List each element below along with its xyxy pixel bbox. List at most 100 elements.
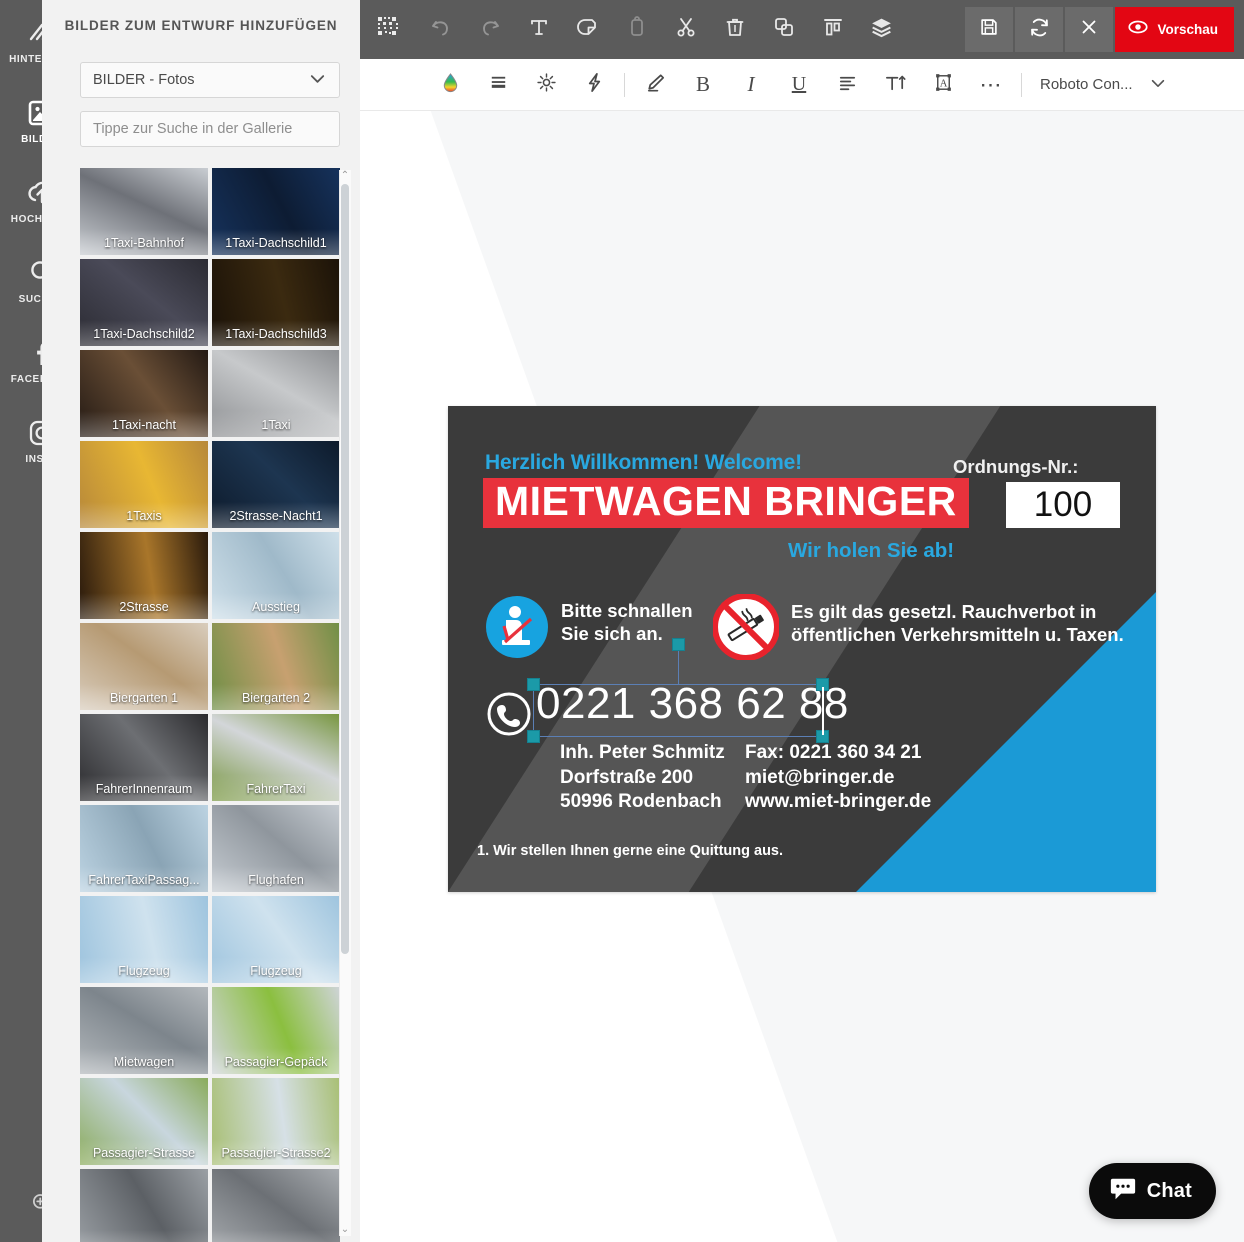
cut-object-button[interactable] — [563, 0, 612, 59]
crop-tag-icon — [576, 15, 600, 44]
thumbnail-caption: Passagier-Strasse2 — [221, 1146, 331, 1160]
brightness-button[interactable] — [522, 59, 570, 111]
chat-button[interactable]: Chat — [1088, 1163, 1216, 1219]
format-toolbar: B I U A ⋯ Roboto Con... — [360, 59, 1244, 111]
canvas-order-label[interactable]: Ordnungs-Nr.: — [953, 456, 1078, 478]
gallery-scrollbar[interactable]: ⌃ ⌄ — [339, 170, 351, 1236]
delete-button[interactable] — [710, 0, 759, 59]
canvas-tagline[interactable]: Wir holen Sie ab! — [788, 539, 954, 563]
gallery-thumbnail[interactable]: Biergarten 2 — [212, 623, 340, 710]
search-input[interactable] — [93, 121, 327, 137]
text-t-icon — [527, 15, 551, 44]
gallery-thumbnail[interactable]: 1Taxi-Dachschild2 — [80, 259, 208, 346]
canvas-note[interactable]: 1. Wir stellen Ihnen gerne eine Quittung… — [477, 843, 783, 859]
layers-button[interactable] — [857, 0, 906, 59]
effects-button[interactable] — [570, 59, 618, 111]
add-text-button[interactable] — [514, 0, 563, 59]
gallery-thumbnail[interactable] — [80, 1169, 208, 1242]
color-picker-button[interactable] — [426, 59, 474, 111]
close-button[interactable] — [1065, 7, 1114, 52]
gallery-thumbnail[interactable]: 1Taxi-Dachschild3 — [212, 259, 340, 346]
canvas-brand-banner[interactable]: MIETWAGEN BRINGER — [483, 478, 969, 528]
reset-button[interactable] — [1015, 7, 1064, 52]
close-x-icon — [1078, 16, 1100, 43]
thumbnail-caption: Mietwagen — [113, 1055, 175, 1069]
gallery-search-field[interactable] — [80, 111, 340, 147]
toolbar-divider-2 — [1021, 72, 1022, 97]
gallery-thumbnail[interactable]: Ausstieg — [212, 532, 340, 619]
thumbnail-caption: 1Taxi-Bahnhof — [104, 236, 184, 250]
gallery-thumbnail[interactable]: 1Taxi — [212, 350, 340, 437]
duplicate-button[interactable] — [759, 0, 808, 59]
text-frame-button[interactable]: A — [919, 59, 967, 111]
gallery-thumbnail[interactable]: Passagier-Strasse — [80, 1078, 208, 1165]
underline-button[interactable]: U — [775, 59, 823, 111]
gallery-thumbnail[interactable]: 2Strasse — [80, 532, 208, 619]
align-left-icon — [836, 71, 859, 99]
undo-button[interactable] — [416, 0, 465, 59]
lines-icon — [487, 71, 510, 99]
gallery-thumbnail[interactable]: Flugzeug — [80, 896, 208, 983]
canvas-order-number[interactable]: 100 — [1006, 482, 1120, 528]
save-button[interactable] — [965, 7, 1014, 52]
text-frame-icon: A — [932, 71, 955, 99]
more-options-button[interactable]: ⋯ — [967, 59, 1015, 111]
canvas-address-block[interactable]: Inh. Peter Schmitz Dorfstraße 200 50996 … — [560, 741, 725, 815]
gallery-thumbnail[interactable]: FahrerTaxi — [212, 714, 340, 801]
thumbnail-caption-veil — [212, 1230, 340, 1242]
category-select-value: BILDER - Fotos — [93, 72, 195, 88]
font-family-select[interactable]: Roboto Con... — [1028, 74, 1167, 96]
highlight-pen-button[interactable] — [631, 59, 679, 111]
smoke-line-1: Es gilt das gesetzl. Rauchverbot in — [791, 601, 1097, 622]
canvas-welcome-text[interactable]: Herzlich Willkommen! Welcome! — [485, 451, 802, 475]
canvas-contact-block[interactable]: Fax: 0221 360 34 21 miet@bringer.de www.… — [745, 741, 931, 815]
gallery-thumbnail[interactable] — [212, 1169, 340, 1242]
gallery-thumbnail[interactable]: Flughafen — [212, 805, 340, 892]
paste-button[interactable] — [612, 0, 661, 59]
redo-button[interactable] — [465, 0, 514, 59]
gallery-thumbnail[interactable]: Flugzeug — [212, 896, 340, 983]
undo-icon — [429, 15, 453, 44]
gallery-thumbnail[interactable]: 2Strasse-Nacht1 — [212, 441, 340, 528]
thumbnail-caption: Biergarten 2 — [241, 691, 311, 705]
align-top-button[interactable] — [808, 0, 857, 59]
ellipsis-icon: ⋯ — [979, 71, 1003, 97]
address-line-3: 50996 Rodenbach — [560, 791, 722, 813]
toolbar-divider — [624, 72, 625, 97]
gallery-thumbnail[interactable]: FahrerTaxiPassag... — [80, 805, 208, 892]
gallery-thumbnail[interactable]: 1Taxi-nacht — [80, 350, 208, 437]
qr-code-button[interactable] — [360, 0, 416, 59]
gallery-thumbnail[interactable]: Passagier-Gepäck — [212, 987, 340, 1074]
design-card[interactable]: Herzlich Willkommen! Welcome! MIETWAGEN … — [448, 406, 1156, 892]
gallery-thumbnail[interactable]: 1Taxi-Bahnhof — [80, 168, 208, 255]
canvas-stage[interactable]: Herzlich Willkommen! Welcome! MIETWAGEN … — [360, 111, 1244, 1242]
line-height-button[interactable] — [474, 59, 522, 111]
gallery-thumbnail[interactable]: Mietwagen — [80, 987, 208, 1074]
seatbelt-line-1: Bitte schnallen — [561, 600, 693, 621]
gallery-thumbnail[interactable]: 1Taxi-Dachschild1 — [212, 168, 340, 255]
scissors-button[interactable] — [661, 0, 710, 59]
category-select[interactable]: BILDER - Fotos — [80, 62, 340, 98]
canvas-nosmoking-text[interactable]: Es gilt das gesetzl. Rauchverbot in öffe… — [791, 600, 1124, 647]
gallery-thumbnail[interactable]: Biergarten 1 — [80, 623, 208, 710]
chevron-up-icon[interactable]: ⌃ — [340, 170, 350, 182]
gallery-thumbnail[interactable]: FahrerInnenraum — [80, 714, 208, 801]
font-size-button[interactable] — [871, 59, 919, 111]
seatbelt-line-2: Sie sich an. — [561, 623, 663, 645]
thumbnail-caption: FahrerInnenraum — [95, 782, 193, 796]
trash-icon — [723, 15, 747, 44]
copy-icon — [772, 15, 796, 44]
gallery-thumbnail[interactable]: 1Taxis — [80, 441, 208, 528]
gallery-thumbnail[interactable]: Passagier-Strasse2 — [212, 1078, 340, 1165]
align-button[interactable] — [823, 59, 871, 111]
address-line-1: Inh. Peter Schmitz — [560, 742, 725, 763]
bold-button[interactable]: B — [679, 59, 727, 111]
chevron-down-icon[interactable]: ⌄ — [340, 1224, 350, 1236]
thumbnail-caption: Flughafen — [248, 873, 304, 887]
lightning-icon — [583, 71, 606, 99]
canvas-phone-number[interactable]: 0221 368 62 88 — [536, 682, 849, 726]
italic-button[interactable]: I — [727, 59, 775, 111]
canvas-seatbelt-text[interactable]: Bitte schnallen Sie sich an. — [561, 599, 693, 646]
preview-button[interactable]: Vorschau — [1115, 7, 1234, 52]
scrollbar-thumb[interactable] — [341, 184, 349, 954]
